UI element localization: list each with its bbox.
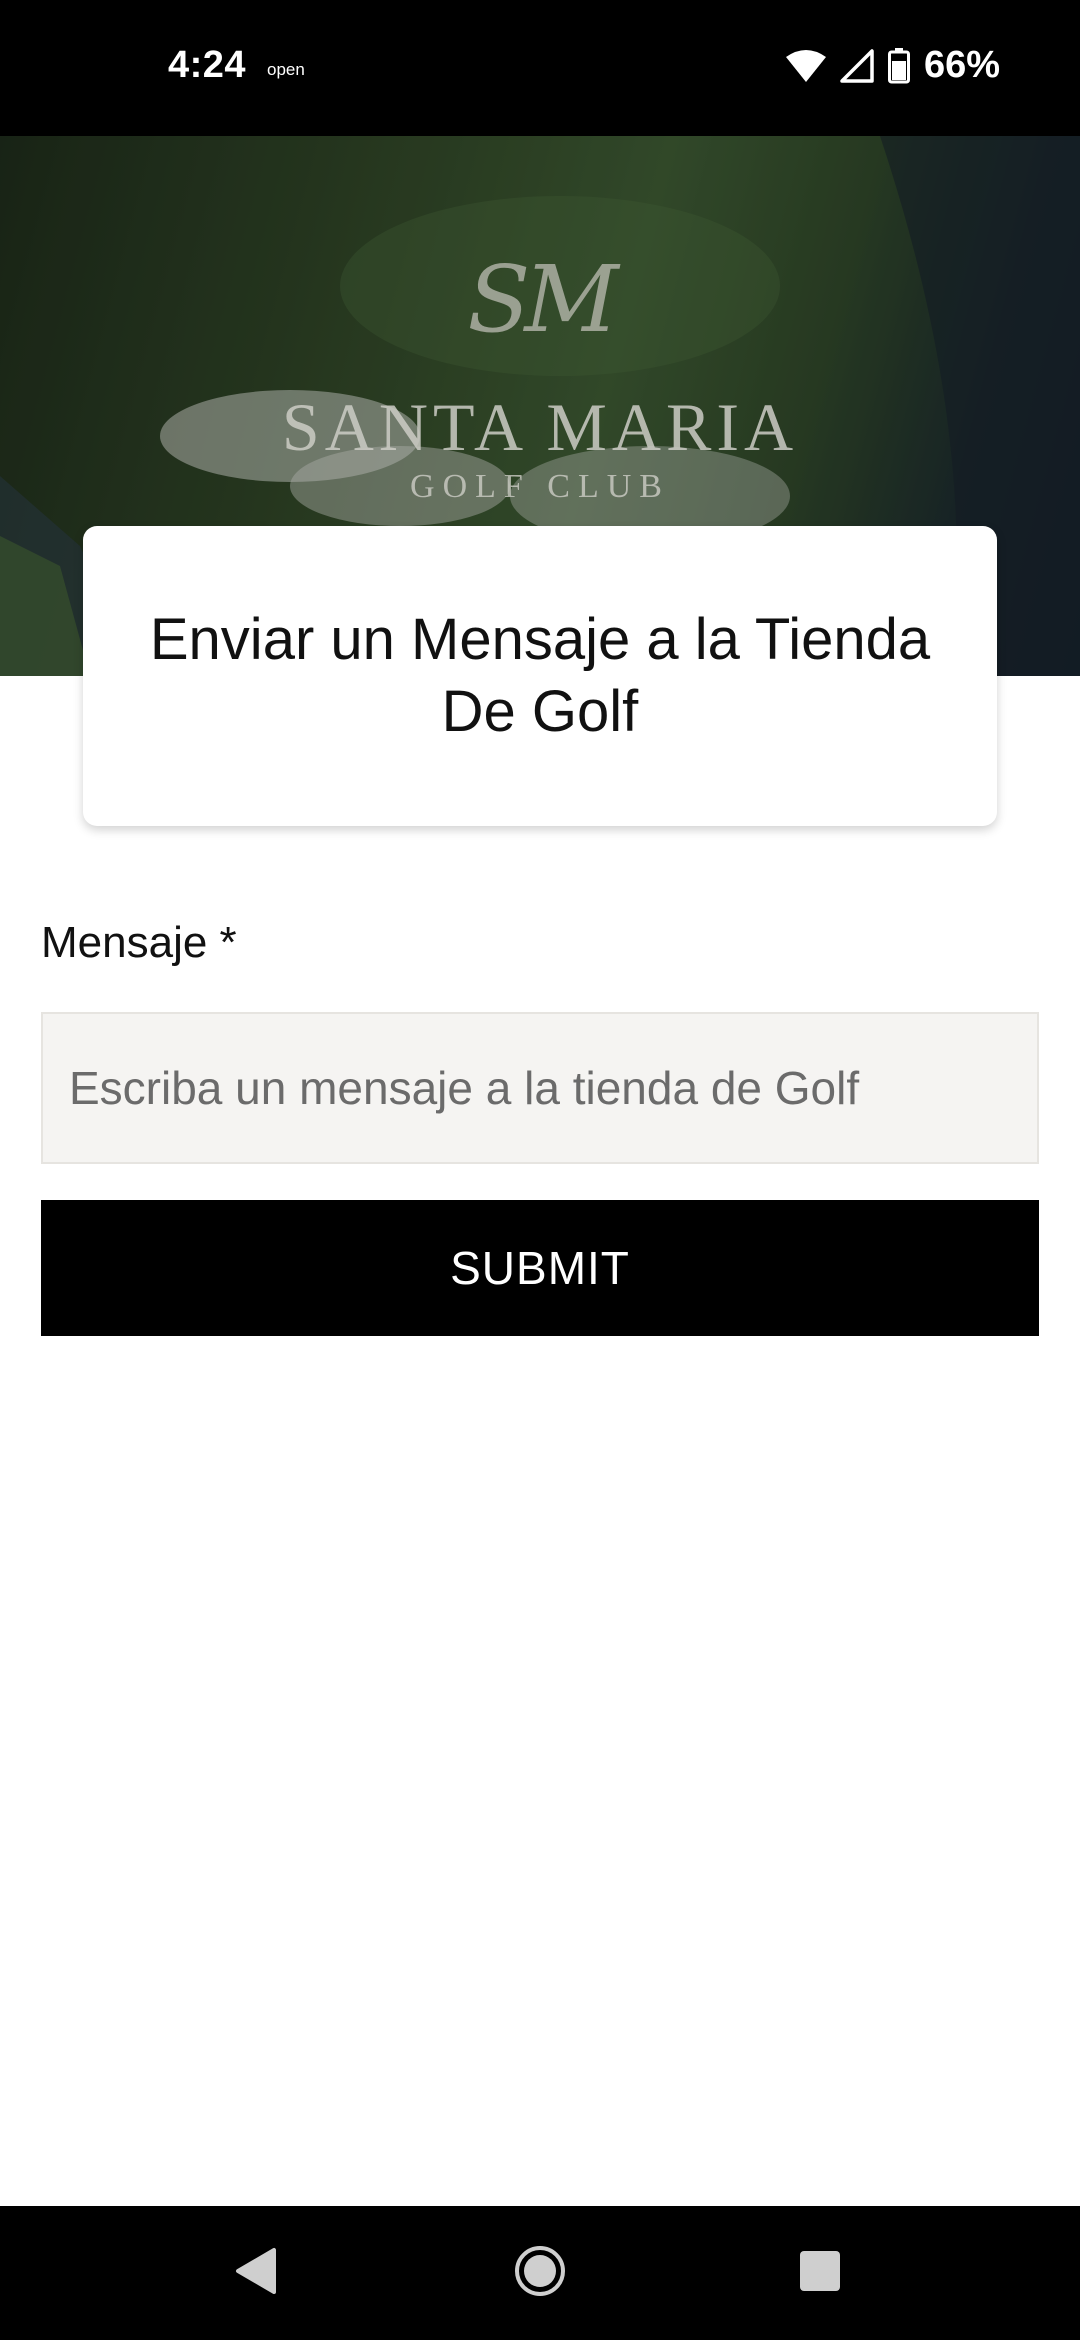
page-title: Enviar un Mensaje a la Tienda De Golf xyxy=(149,607,931,744)
wifi-icon xyxy=(785,49,826,83)
status-bar: 4:24 open 66% xyxy=(0,0,1080,136)
recents-button[interactable] xyxy=(760,2206,880,2340)
status-icons: 66% xyxy=(785,44,1000,87)
message-input[interactable] xyxy=(41,1012,1039,1164)
message-label: Mensaje * xyxy=(41,918,237,967)
status-note: open xyxy=(267,60,305,79)
logo-monogram: SM xyxy=(467,246,618,353)
logo-club-name: SANTA MARIA xyxy=(281,389,799,465)
title-card: Enviar un Mensaje a la Tienda De Golf xyxy=(83,526,997,826)
status-time: 4:24 xyxy=(168,44,247,86)
battery-icon xyxy=(887,47,910,84)
home-button[interactable] xyxy=(480,2206,600,2340)
back-icon xyxy=(234,2247,278,2300)
battery-percent: 66% xyxy=(923,44,1000,86)
submit-button[interactable]: SUBMIT xyxy=(41,1200,1039,1336)
recents-icon xyxy=(798,2249,842,2298)
system-nav-bar xyxy=(0,2206,1080,2340)
cell-signal-icon xyxy=(840,48,874,83)
home-icon xyxy=(513,2244,567,2303)
screen: 4:24 open 66% SM SANTA MARIA GOLF CLUB E… xyxy=(0,0,1080,2340)
logo-club-subtitle: GOLF CLUB xyxy=(410,468,670,505)
back-button[interactable] xyxy=(196,2206,316,2340)
